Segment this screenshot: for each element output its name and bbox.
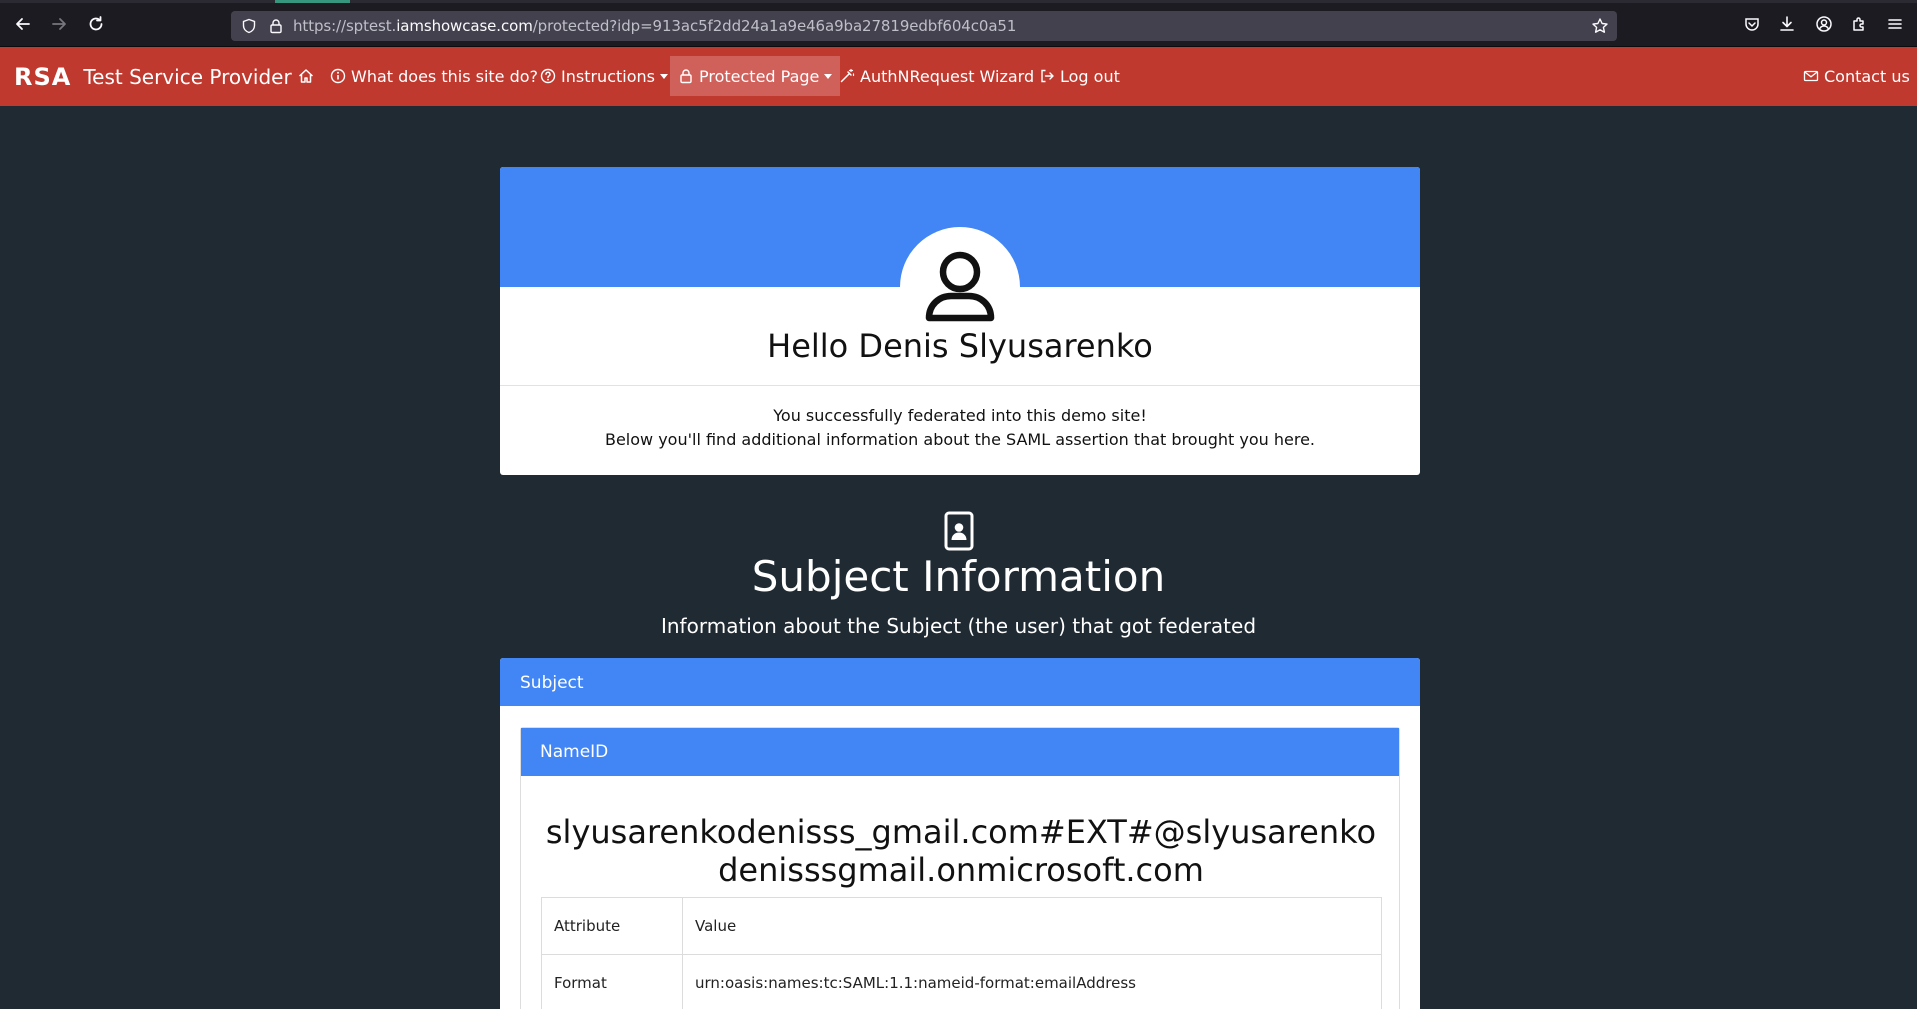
info-icon [330,68,346,84]
section-title: Subject Information [751,552,1166,601]
nav-what-does-this-site-do[interactable]: What does this site do? [322,56,546,96]
table-cell-value: urn:oasis:names:tc:SAML:1.1:nameid-forma… [682,954,1382,1009]
shield-icon[interactable] [241,18,257,38]
nameid-card: NameID slyusarenkodenisss_gmail.com#EXT#… [520,727,1400,1009]
extensions-icon[interactable] [1849,14,1869,34]
user-avatar-icon [920,245,1000,329]
nameid-card-header: NameID [521,728,1399,776]
tab-strip [0,0,1917,3]
chevron-down-icon [659,73,668,79]
menu-icon[interactable] [1885,14,1905,34]
subject-card: Subject NameID slyusarenkodenisss_gmail.… [500,658,1420,1009]
lock-icon[interactable] [268,18,284,38]
column-header-attribute: Attribute [541,897,683,955]
nav-contact-us[interactable]: Contact us [1795,56,1917,96]
divider [500,385,1420,386]
site-navbar: RSA Test Service Provider What does this… [0,47,1917,106]
account-icon[interactable] [1814,14,1834,34]
envelope-icon [1803,70,1819,82]
address-bar[interactable]: https://sptest.iamshowcase.com/protected… [231,11,1617,41]
url-text[interactable]: https://sptest.iamshowcase.com/protected… [293,17,1016,35]
nav-log-out[interactable]: Log out [1031,56,1128,96]
nav-protected-page[interactable]: Protected Page [670,56,841,96]
brand-name[interactable]: Test Service Provider [83,65,291,89]
hello-message: You successfully federated into this dem… [604,406,1316,449]
wand-icon [840,68,855,83]
hello-card: Hello Denis Slyusarenko You successfully… [500,167,1420,475]
rsa-logo[interactable]: RSA [14,63,71,91]
browser-toolbar: https://sptest.iamshowcase.com/protected… [0,0,1917,47]
table-cell-attribute: Format [541,954,683,1009]
home-icon [298,69,314,83]
table-row: Format urn:oasis:names:tc:SAML:1.1:namei… [541,954,1382,1009]
download-icon[interactable] [1777,14,1797,34]
logout-icon [1041,69,1054,83]
section-subtitle: Information about the Subject (the user)… [660,614,1257,638]
reload-icon[interactable] [84,12,108,36]
question-icon [540,68,556,84]
table-header-row: Attribute Value [541,897,1382,955]
brand[interactable]: RSA Test Service Provider [14,63,292,91]
forward-icon[interactable] [47,12,71,36]
pocket-icon[interactable] [1742,14,1762,34]
contact-card-icon [944,511,974,555]
nameid-value: slyusarenkodenisss_gmail.com#EXT#@slyusa… [545,813,1377,889]
bookmark-star-icon[interactable] [1591,17,1609,39]
subject-card-header: Subject [500,658,1420,706]
nameid-attribute-table: Attribute Value Format urn:oasis:names:t… [541,897,1382,1009]
nav-authnrequest-wizard[interactable]: AuthNRequest Wizard [831,56,1042,96]
lock-icon [680,69,692,84]
back-icon[interactable] [11,12,35,36]
hello-title: Hello Denis Slyusarenko [767,327,1153,365]
column-header-value: Value [682,897,1382,955]
nav-instructions[interactable]: Instructions [532,56,676,96]
